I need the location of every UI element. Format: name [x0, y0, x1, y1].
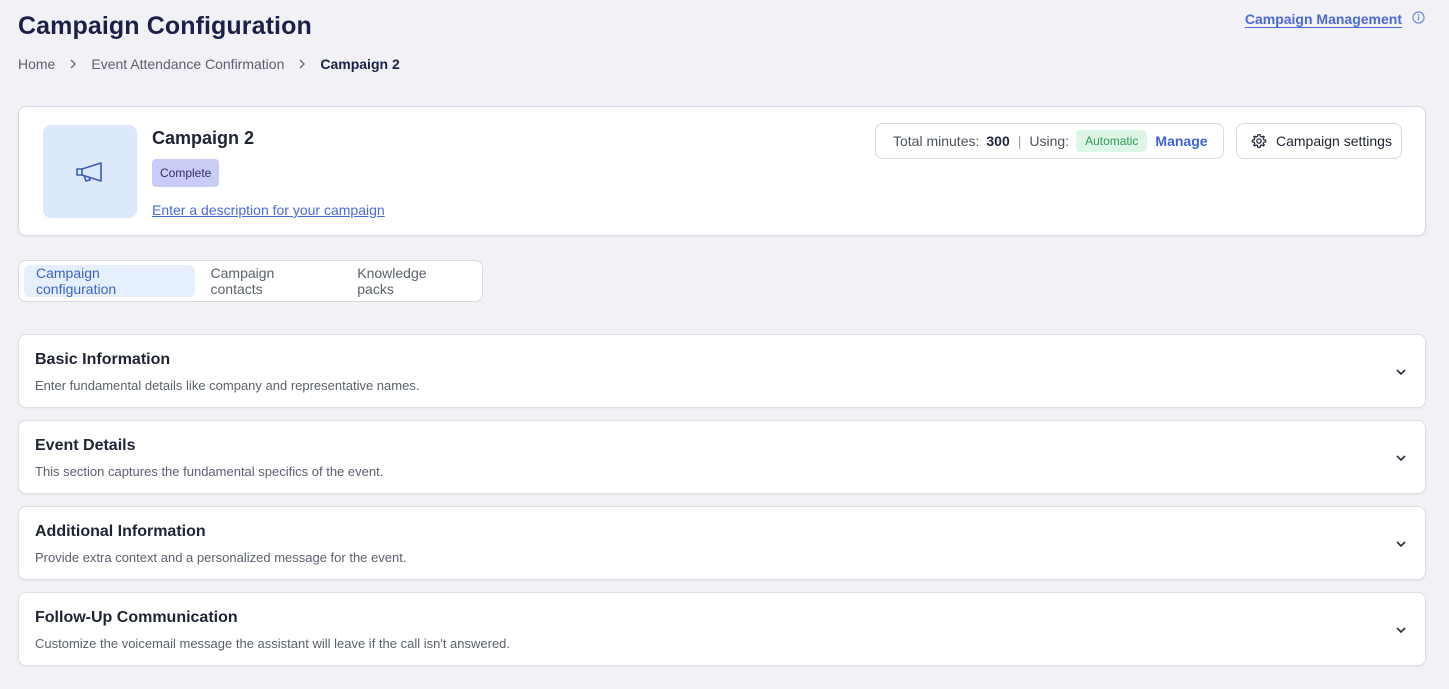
- tab-knowledge-packs[interactable]: Knowledge packs: [345, 265, 478, 297]
- campaign-header-card: Campaign 2 Complete Enter a description …: [18, 106, 1426, 236]
- tab-campaign-configuration[interactable]: Campaign configuration: [24, 265, 195, 297]
- campaign-settings-button[interactable]: Campaign settings: [1236, 123, 1402, 159]
- section-title: Follow-Up Communication: [35, 609, 238, 626]
- section-description: Provide extra context and a personalized…: [35, 550, 407, 565]
- gear-icon: [1251, 134, 1267, 148]
- section-basic-information[interactable]: Basic Information Enter fundamental deta…: [18, 334, 1426, 408]
- section-title: Additional Information: [35, 523, 206, 540]
- tab-campaign-contacts[interactable]: Campaign contacts: [199, 265, 342, 297]
- section-follow-up-communication[interactable]: Follow-Up Communication Customize the vo…: [18, 592, 1426, 666]
- breadcrumb-event-attendance[interactable]: Event Attendance Confirmation: [91, 56, 284, 72]
- total-minutes-value: 300: [986, 133, 1010, 149]
- section-title: Basic Information: [35, 351, 171, 368]
- minutes-summary: Total minutes: 300 | Using: Automatic Ma…: [875, 123, 1224, 159]
- page-title: Campaign Configuration: [18, 12, 312, 40]
- section-description: Enter fundamental details like company a…: [35, 378, 420, 393]
- manage-link[interactable]: Manage: [1155, 133, 1207, 149]
- chevron-right-icon: [70, 59, 77, 69]
- breadcrumb-current: Campaign 2: [320, 56, 400, 72]
- total-minutes-label: Total minutes:: [893, 133, 980, 149]
- using-label: Using:: [1029, 133, 1070, 149]
- section-event-details[interactable]: Event Details This section captures the …: [18, 420, 1426, 494]
- campaign-thumbnail: [43, 125, 137, 218]
- section-description: This section captures the fundamental sp…: [35, 464, 384, 479]
- chevron-down-icon[interactable]: [1395, 538, 1407, 550]
- chevron-down-icon[interactable]: [1395, 624, 1407, 636]
- tab-bar: Campaign configuration Campaign contacts…: [18, 260, 483, 302]
- megaphone-icon: [76, 161, 102, 182]
- section-title: Event Details: [35, 437, 136, 454]
- section-description: Customize the voicemail message the assi…: [35, 636, 511, 651]
- status-badge: Complete: [152, 159, 220, 187]
- info-icon[interactable]: [1412, 11, 1425, 24]
- section-additional-information[interactable]: Additional Information Provide extra con…: [18, 506, 1426, 580]
- chevron-down-icon[interactable]: [1395, 366, 1407, 378]
- campaign-name: Campaign 2: [152, 128, 255, 148]
- chevron-down-icon[interactable]: [1395, 452, 1407, 464]
- divider: |: [1017, 133, 1022, 149]
- campaign-management-link[interactable]: Campaign Management: [1245, 11, 1402, 27]
- breadcrumb: Home Event Attendance Confirmation Campa…: [18, 56, 400, 72]
- description-link[interactable]: Enter a description for your campaign: [152, 202, 385, 218]
- mode-badge: Automatic: [1076, 130, 1148, 152]
- chevron-right-icon: [299, 59, 306, 69]
- breadcrumb-home[interactable]: Home: [18, 56, 55, 72]
- campaign-settings-label: Campaign settings: [1276, 133, 1392, 149]
